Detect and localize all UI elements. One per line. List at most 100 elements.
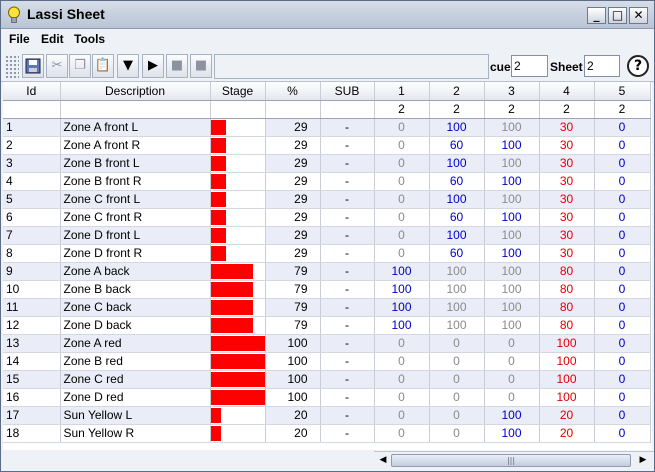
- cell-channel-1[interactable]: 0: [373, 136, 430, 155]
- cell-channel-2[interactable]: 100: [429, 316, 485, 335]
- cell-channel-3[interactable]: 100: [484, 136, 540, 155]
- header-channel-4[interactable]: 4: [538, 82, 595, 101]
- cell-percent[interactable]: 29: [265, 172, 321, 191]
- cell-channel-5[interactable]: 0: [593, 370, 651, 389]
- cell-channel-1[interactable]: 100: [373, 298, 430, 317]
- cell-channel-3[interactable]: 0: [484, 370, 540, 389]
- table-row[interactable]: 9 Zone A back 79-100 100 100 80 0: [3, 262, 651, 281]
- header-channel-1[interactable]: 1: [373, 82, 430, 101]
- cell-description[interactable]: Zone A red: [60, 334, 211, 353]
- cell-percent[interactable]: 29: [265, 244, 321, 263]
- menu-edit[interactable]: Edit: [41, 32, 64, 46]
- cell-channel-3[interactable]: 100: [484, 154, 540, 173]
- cell-description[interactable]: Zone D red: [60, 388, 211, 407]
- cell-channel-3[interactable]: 0: [484, 388, 540, 407]
- go-button[interactable]: ▶: [142, 54, 164, 78]
- cell-channel-2[interactable]: 0: [429, 388, 485, 407]
- cell-channel-1[interactable]: 100: [373, 316, 430, 335]
- cell-stage[interactable]: [210, 226, 266, 245]
- cell-channel-5[interactable]: 0: [593, 208, 651, 227]
- cell-channel-2[interactable]: 60: [429, 172, 485, 191]
- cell-channel-4[interactable]: 30: [538, 136, 595, 155]
- cell-sub[interactable]: -: [320, 262, 375, 281]
- table-row[interactable]: 15 Zone C red 100-0 0 0 100 0: [3, 370, 651, 389]
- cell-sub[interactable]: -: [320, 154, 375, 173]
- cell-sub[interactable]: -: [320, 334, 375, 353]
- horizontal-scrollbar[interactable]: ◀ ||| ▶: [374, 451, 654, 468]
- cell-percent[interactable]: 29: [265, 154, 321, 173]
- cell-channel-3[interactable]: 100: [484, 280, 540, 299]
- cell-channel-1[interactable]: 0: [373, 424, 430, 443]
- table-row[interactable]: 12 Zone D back 79-100 100 100 80 0: [3, 316, 651, 335]
- cell-channel-4[interactable]: 100: [538, 388, 595, 407]
- cell-description[interactable]: Zone B red: [60, 352, 211, 371]
- cell-stage[interactable]: [210, 334, 266, 353]
- cell-channel-2[interactable]: 0: [429, 334, 485, 353]
- cell-description[interactable]: Zone A front L: [60, 118, 211, 137]
- table-row[interactable]: 7 Zone D front L 29-0 100 100 30 0: [3, 226, 651, 245]
- cell-channel-5[interactable]: 0: [593, 172, 651, 191]
- cell-channel-4[interactable]: 30: [538, 244, 595, 263]
- cell-channel-4[interactable]: 100: [538, 352, 595, 371]
- sub-header-cell[interactable]: 2: [593, 100, 651, 119]
- cell-channel-5[interactable]: 0: [593, 424, 651, 443]
- cell-channel-2[interactable]: 100: [429, 262, 485, 281]
- cell-stage[interactable]: [210, 406, 266, 425]
- cell-channel-1[interactable]: 0: [373, 352, 430, 371]
- cell-channel-2[interactable]: 0: [429, 424, 485, 443]
- sub-header-cell[interactable]: 2: [538, 100, 595, 119]
- table-row[interactable]: 11 Zone C back 79-100 100 100 80 0: [3, 298, 651, 317]
- cell-channel-4[interactable]: 20: [538, 424, 595, 443]
- toolbar-grip[interactable]: [5, 55, 19, 79]
- cell-description[interactable]: Zone C front R: [60, 208, 211, 227]
- cell-stage[interactable]: [210, 280, 266, 299]
- table-row[interactable]: 1 Zone A front L 29-0 100 100 30 0: [3, 118, 651, 137]
- cell-stage[interactable]: [210, 262, 266, 281]
- cell-description[interactable]: Zone C red: [60, 370, 211, 389]
- cell-channel-1[interactable]: 0: [373, 406, 430, 425]
- cell-percent[interactable]: 20: [265, 406, 321, 425]
- cell-description[interactable]: Sun Yellow R: [60, 424, 211, 443]
- cell-id[interactable]: 4: [3, 172, 61, 191]
- cell-sub[interactable]: -: [320, 406, 375, 425]
- cell-id[interactable]: 11: [3, 298, 61, 317]
- cell-sub[interactable]: -: [320, 388, 375, 407]
- cell-sub[interactable]: -: [320, 208, 375, 227]
- sub-header-cell[interactable]: 2: [429, 100, 485, 119]
- cell-channel-4[interactable]: 100: [538, 334, 595, 353]
- cell-channel-4[interactable]: 80: [538, 316, 595, 335]
- cell-channel-1[interactable]: 0: [373, 154, 430, 173]
- cell-channel-5[interactable]: 0: [593, 334, 651, 353]
- cell-stage[interactable]: [210, 298, 266, 317]
- scroll-thumb[interactable]: |||: [391, 454, 631, 467]
- cell-channel-2[interactable]: 60: [429, 136, 485, 155]
- cell-sub[interactable]: -: [320, 280, 375, 299]
- cell-id[interactable]: 3: [3, 154, 61, 173]
- cell-channel-1[interactable]: 100: [373, 280, 430, 299]
- table-row[interactable]: 18 Sun Yellow R 20-0 0 100 20 0: [3, 424, 651, 443]
- table-row[interactable]: 4 Zone B front R 29-0 60 100 30 0: [3, 172, 651, 191]
- cell-channel-5[interactable]: 0: [593, 316, 651, 335]
- cell-stage[interactable]: [210, 316, 266, 335]
- cell-percent[interactable]: 100: [265, 352, 321, 371]
- cell-percent[interactable]: 100: [265, 334, 321, 353]
- help-icon[interactable]: ?: [627, 55, 649, 77]
- cue-input[interactable]: 2: [511, 55, 548, 77]
- table-row[interactable]: 8 Zone D front R 29-0 60 100 30 0: [3, 244, 651, 263]
- sub-header-cell[interactable]: [60, 100, 211, 119]
- cell-percent[interactable]: 79: [265, 280, 321, 299]
- cell-percent[interactable]: 20: [265, 424, 321, 443]
- cell-stage[interactable]: [210, 190, 266, 209]
- cell-channel-5[interactable]: 0: [593, 190, 651, 209]
- header-channel-2[interactable]: 2: [429, 82, 485, 101]
- cell-channel-1[interactable]: 0: [373, 226, 430, 245]
- cell-channel-4[interactable]: 30: [538, 118, 595, 137]
- cell-id[interactable]: 17: [3, 406, 61, 425]
- cell-channel-5[interactable]: 0: [593, 388, 651, 407]
- cell-channel-2[interactable]: 100: [429, 298, 485, 317]
- cell-percent[interactable]: 79: [265, 262, 321, 281]
- sub-header-cell[interactable]: 2: [373, 100, 430, 119]
- cell-percent[interactable]: 100: [265, 370, 321, 389]
- cell-description[interactable]: Zone D front L: [60, 226, 211, 245]
- cell-sub[interactable]: -: [320, 172, 375, 191]
